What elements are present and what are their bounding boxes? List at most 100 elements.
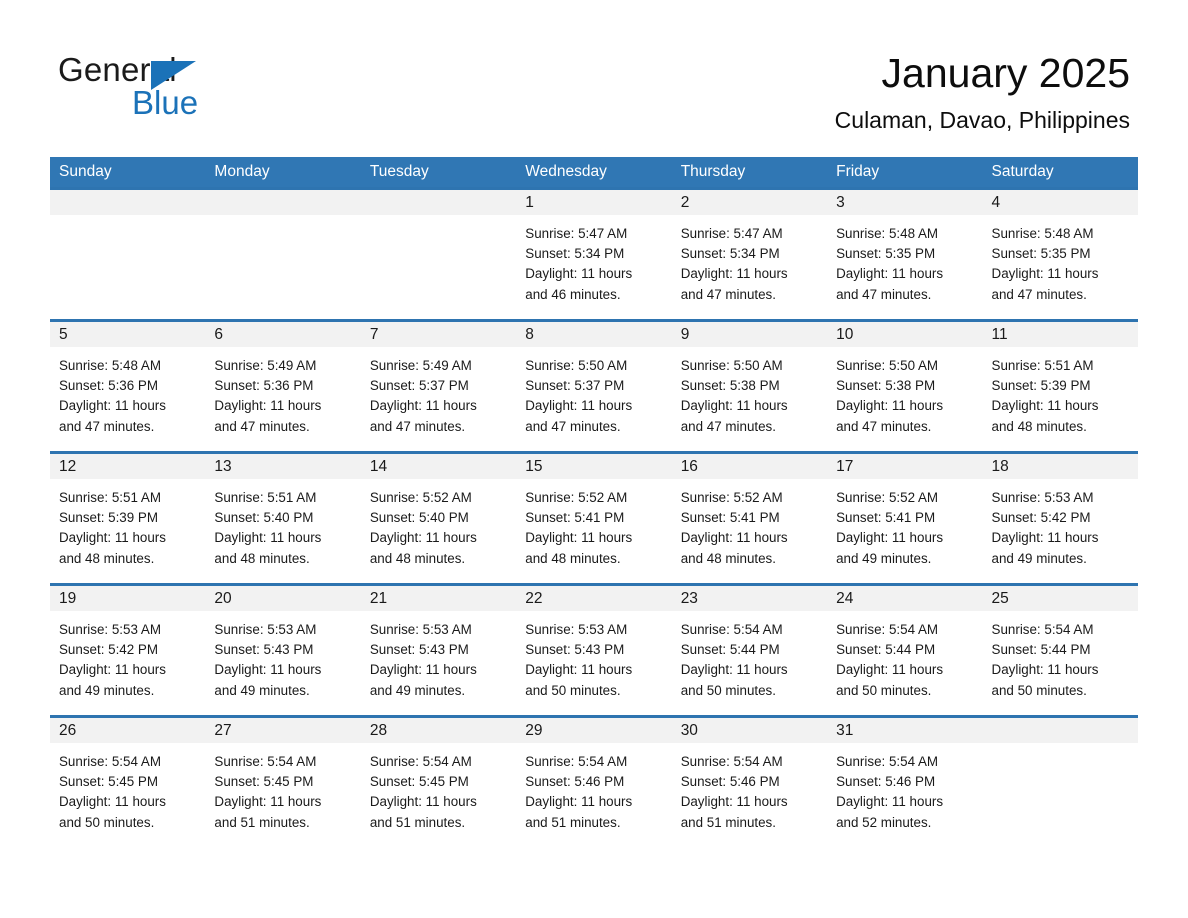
day-details: Sunrise: 5:48 AM Sunset: 5:35 PM Dayligh… xyxy=(983,215,1138,305)
day-cell[interactable]: 19 Sunrise: 5:53 AM Sunset: 5:42 PM Dayl… xyxy=(50,586,206,715)
day-number-band: 18 xyxy=(982,454,1138,479)
day-number: 8 xyxy=(525,326,534,343)
sunset-text: Sunset: 5:38 PM xyxy=(836,378,936,394)
daylight-text-line2: and 48 minutes. xyxy=(214,550,310,566)
day-cell[interactable]: 15 Sunrise: 5:52 AM Sunset: 5:41 PM Dayl… xyxy=(516,454,672,583)
sunset-text: Sunset: 5:40 PM xyxy=(369,510,469,526)
calendar-week-row: 1 Sunrise: 5:47 AM Sunset: 5:34 PM Dayli… xyxy=(50,187,1138,319)
sunrise-text: Sunrise: 5:48 AM xyxy=(836,226,939,241)
sunrise-text: Sunrise: 5:54 AM xyxy=(836,622,939,637)
day-cell[interactable]: 10 Sunrise: 5:50 AM Sunset: 5:38 PM Dayl… xyxy=(827,322,983,451)
day-number: 17 xyxy=(836,458,854,475)
day-number: 7 xyxy=(369,326,379,343)
day-cell[interactable]: 17 Sunrise: 5:52 AM Sunset: 5:41 PM Dayl… xyxy=(827,454,983,583)
day-cell xyxy=(205,190,361,319)
day-number-band: 28 xyxy=(360,718,517,743)
day-cell[interactable]: 16 Sunrise: 5:52 AM Sunset: 5:41 PM Dayl… xyxy=(671,454,828,583)
day-number-band xyxy=(982,718,1138,743)
daylight-text-line1: Daylight: 11 hours xyxy=(525,530,633,546)
day-cell[interactable]: 4 Sunrise: 5:48 AM Sunset: 5:35 PM Dayli… xyxy=(982,190,1138,319)
daylight-text-line1: Daylight: 11 hours xyxy=(369,794,477,810)
day-details xyxy=(983,743,1138,752)
day-cell[interactable]: 24 Sunrise: 5:54 AM Sunset: 5:44 PM Dayl… xyxy=(827,586,983,715)
sunset-text: Sunset: 5:37 PM xyxy=(525,378,625,394)
day-number: 29 xyxy=(525,722,543,739)
day-cell[interactable]: 18 Sunrise: 5:53 AM Sunset: 5:42 PM Dayl… xyxy=(982,454,1138,583)
day-cell[interactable]: 22 Sunrise: 5:53 AM Sunset: 5:43 PM Dayl… xyxy=(516,586,672,715)
day-cell[interactable]: 21 Sunrise: 5:53 AM Sunset: 5:43 PM Dayl… xyxy=(360,586,517,715)
daylight-text-line2: and 49 minutes. xyxy=(836,550,932,566)
sunrise-text: Sunrise: 5:54 AM xyxy=(991,622,1094,637)
daylight-text-line1: Daylight: 11 hours xyxy=(59,662,166,678)
sunrise-text: Sunrise: 5:51 AM xyxy=(59,490,161,505)
sunset-text: Sunset: 5:46 PM xyxy=(680,774,780,790)
day-number-band: 27 xyxy=(205,718,361,743)
day-cell[interactable]: 9 Sunrise: 5:50 AM Sunset: 5:38 PM Dayli… xyxy=(671,322,828,451)
daylight-text-line1: Daylight: 11 hours xyxy=(369,662,477,678)
day-number-band: 25 xyxy=(982,586,1138,611)
day-cell[interactable]: 31 Sunrise: 5:54 AM Sunset: 5:46 PM Dayl… xyxy=(827,718,983,847)
sunrise-text: Sunrise: 5:54 AM xyxy=(214,754,317,769)
daylight-text-line1: Daylight: 11 hours xyxy=(369,530,477,546)
calendar-page: General Blue January 2025 Culaman, Davao… xyxy=(0,0,1188,918)
day-cell[interactable]: 28 Sunrise: 5:54 AM Sunset: 5:45 PM Dayl… xyxy=(360,718,517,847)
day-details: Sunrise: 5:54 AM Sunset: 5:45 PM Dayligh… xyxy=(361,743,516,833)
day-cell[interactable]: 23 Sunrise: 5:54 AM Sunset: 5:44 PM Dayl… xyxy=(671,586,828,715)
day-cell[interactable]: 26 Sunrise: 5:54 AM Sunset: 5:45 PM Dayl… xyxy=(50,718,206,847)
day-number-band: 15 xyxy=(516,454,672,479)
daylight-text-line1: Daylight: 11 hours xyxy=(59,530,166,546)
daylight-text-line1: Daylight: 11 hours xyxy=(525,266,633,282)
day-cell[interactable]: 2 Sunrise: 5:47 AM Sunset: 5:34 PM Dayli… xyxy=(671,190,828,319)
day-details: Sunrise: 5:54 AM Sunset: 5:46 PM Dayligh… xyxy=(672,743,827,833)
day-number-band: 7 xyxy=(360,322,517,347)
sunset-text: Sunset: 5:44 PM xyxy=(991,642,1091,658)
day-cell[interactable]: 30 Sunrise: 5:54 AM Sunset: 5:46 PM Dayl… xyxy=(671,718,828,847)
daylight-text-line1: Daylight: 11 hours xyxy=(525,662,633,678)
day-number: 14 xyxy=(369,458,388,475)
day-cell[interactable]: 1 Sunrise: 5:47 AM Sunset: 5:34 PM Dayli… xyxy=(516,190,672,319)
sunset-text: Sunset: 5:41 PM xyxy=(680,510,780,526)
sunrise-text: Sunrise: 5:52 AM xyxy=(836,490,939,505)
sunrise-text: Sunrise: 5:54 AM xyxy=(680,754,783,769)
day-cell[interactable]: 13 Sunrise: 5:51 AM Sunset: 5:40 PM Dayl… xyxy=(205,454,361,583)
brand-logo[interactable]: General Blue xyxy=(58,52,358,124)
daylight-text-line1: Daylight: 11 hours xyxy=(214,794,322,810)
day-details: Sunrise: 5:48 AM Sunset: 5:35 PM Dayligh… xyxy=(827,215,982,305)
daylight-text-line1: Daylight: 11 hours xyxy=(991,662,1099,678)
day-details: Sunrise: 5:48 AM Sunset: 5:36 PM Dayligh… xyxy=(50,347,205,437)
location-subtitle: Culaman, Davao, Philippines xyxy=(834,107,1130,133)
sunrise-text: Sunrise: 5:50 AM xyxy=(525,358,628,373)
day-cell[interactable]: 20 Sunrise: 5:53 AM Sunset: 5:43 PM Dayl… xyxy=(205,586,361,715)
daylight-text-line2: and 50 minutes. xyxy=(991,682,1087,698)
day-number: 19 xyxy=(59,590,77,607)
sunrise-text: Sunrise: 5:49 AM xyxy=(214,358,317,373)
sunset-text: Sunset: 5:45 PM xyxy=(59,774,158,790)
day-number: 1 xyxy=(525,194,534,211)
day-number: 9 xyxy=(680,326,690,343)
day-cell[interactable]: 3 Sunrise: 5:48 AM Sunset: 5:35 PM Dayli… xyxy=(827,190,983,319)
day-details xyxy=(50,215,205,224)
sunset-text: Sunset: 5:34 PM xyxy=(680,246,780,262)
day-number-band: 16 xyxy=(671,454,828,479)
daylight-text-line2: and 49 minutes. xyxy=(369,682,466,698)
daylight-text-line2: and 50 minutes. xyxy=(836,682,932,698)
daylight-text-line1: Daylight: 11 hours xyxy=(214,398,322,414)
day-cell[interactable]: 27 Sunrise: 5:54 AM Sunset: 5:45 PM Dayl… xyxy=(205,718,361,847)
sunrise-text: Sunrise: 5:54 AM xyxy=(369,754,472,769)
day-cell[interactable]: 14 Sunrise: 5:52 AM Sunset: 5:40 PM Dayl… xyxy=(360,454,517,583)
day-cell[interactable]: 12 Sunrise: 5:51 AM Sunset: 5:39 PM Dayl… xyxy=(50,454,206,583)
day-details: Sunrise: 5:54 AM Sunset: 5:46 PM Dayligh… xyxy=(827,743,982,833)
day-number-band: 4 xyxy=(982,190,1138,215)
day-details: Sunrise: 5:54 AM Sunset: 5:44 PM Dayligh… xyxy=(827,611,982,701)
day-cell[interactable]: 8 Sunrise: 5:50 AM Sunset: 5:37 PM Dayli… xyxy=(516,322,672,451)
day-cell[interactable]: 5 Sunrise: 5:48 AM Sunset: 5:36 PM Dayli… xyxy=(50,322,206,451)
sunset-text: Sunset: 5:43 PM xyxy=(525,642,625,658)
daylight-text-line1: Daylight: 11 hours xyxy=(680,266,788,282)
day-cell[interactable]: 25 Sunrise: 5:54 AM Sunset: 5:44 PM Dayl… xyxy=(982,586,1138,715)
day-cell[interactable]: 11 Sunrise: 5:51 AM Sunset: 5:39 PM Dayl… xyxy=(982,322,1138,451)
day-number: 23 xyxy=(680,590,698,607)
day-number-band: 1 xyxy=(516,190,672,215)
day-cell[interactable]: 6 Sunrise: 5:49 AM Sunset: 5:36 PM Dayli… xyxy=(205,322,361,451)
day-cell[interactable]: 29 Sunrise: 5:54 AM Sunset: 5:46 PM Dayl… xyxy=(516,718,672,847)
day-cell[interactable]: 7 Sunrise: 5:49 AM Sunset: 5:37 PM Dayli… xyxy=(360,322,517,451)
